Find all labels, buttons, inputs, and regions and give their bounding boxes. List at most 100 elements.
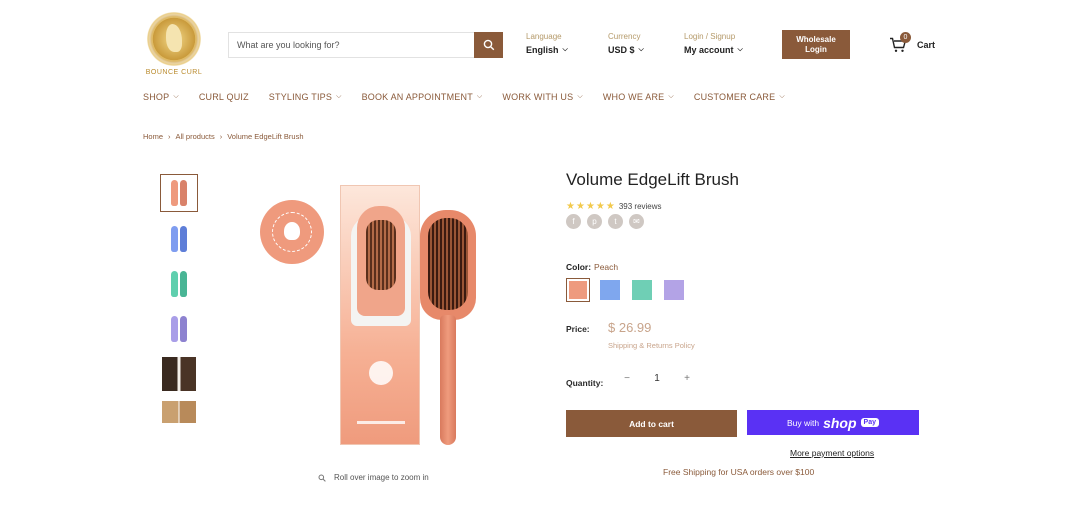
star-icon: ★ (575, 201, 585, 212)
product-title: Volume EdgeLift Brush (566, 170, 739, 189)
chevron-down-icon: ⌵ (562, 46, 568, 53)
breadcrumb: Home › All products › Volume EdgeLift Br… (143, 132, 304, 141)
facebook-icon[interactable]: f (566, 214, 581, 229)
nav-item-book-appointment[interactable]: BOOK AN APPOINTMENT ⌵ (362, 92, 483, 102)
color-swatches (566, 278, 686, 302)
nav-label: STYLING TIPS (268, 92, 333, 102)
chevron-down-icon: ⌵ (577, 93, 583, 100)
wholesale-line1: Wholesale (796, 35, 836, 44)
breadcrumb-home[interactable]: Home (143, 132, 163, 141)
search-icon (483, 39, 494, 51)
color-label: Color: Peach (566, 262, 618, 272)
account-menu[interactable]: Login / Signup My account ⌵ (684, 32, 743, 55)
swatch-blue[interactable] (598, 278, 622, 302)
swatch-lavender[interactable] (662, 278, 686, 302)
product-box (340, 185, 420, 445)
nav-item-work-with-us[interactable]: WORK WITH US ⌵ (502, 92, 582, 102)
breadcrumb-all-products[interactable]: All products (176, 132, 215, 141)
nav-label: SHOP (143, 92, 170, 102)
decrease-quantity-button[interactable]: − (612, 373, 642, 384)
breadcrumb-current: Volume EdgeLift Brush (227, 132, 304, 141)
nav-item-shop[interactable]: SHOP ⌵ (143, 92, 179, 102)
color-label-text: Color: (566, 262, 592, 272)
chevron-down-icon: ⌵ (173, 93, 179, 100)
star-icon: ★ (566, 201, 575, 212)
product-rating[interactable]: ★ ★ ★ ★ ★ 393 reviews (566, 201, 662, 212)
quantity-value[interactable]: 1 (642, 373, 672, 384)
shop-logo-text: shop (823, 414, 857, 431)
nav-item-who-we-are[interactable]: WHO WE ARE ⌵ (603, 92, 674, 102)
quantity-label: Quantity: (566, 378, 604, 388)
nav-label: CUSTOMER CARE (693, 92, 776, 102)
account-label: Login / Signup (684, 32, 736, 41)
swatch-peach[interactable] (566, 278, 590, 302)
shipping-returns-link[interactable]: Shipping & Returns Policy (608, 341, 695, 350)
thumbnail-hair-photo[interactable] (160, 400, 198, 424)
shop-pay-button[interactable]: Buy with shop Pay (747, 410, 919, 435)
language-label: Language (526, 32, 562, 41)
buy-with-text: Buy with (786, 417, 820, 428)
thumbnail-mint[interactable] (160, 265, 198, 303)
star-icon: ★ (605, 201, 615, 212)
thumbnail-peach[interactable] (160, 174, 198, 212)
pay-badge: Pay (860, 418, 880, 427)
chevron-down-icon: ⌵ (638, 46, 644, 53)
thumbnail-lavender[interactable] (160, 310, 198, 348)
product-brush (420, 210, 476, 450)
star-icon: ★ (595, 201, 605, 212)
patent-badge (260, 200, 324, 264)
wholesale-line2: Login (805, 45, 827, 54)
cart-icon: 0 (889, 32, 911, 53)
language-selector[interactable]: Language English ⌵ (526, 32, 568, 55)
add-to-cart-button[interactable]: Add to cart (566, 410, 737, 437)
nav-label: BOOK AN APPOINTMENT (361, 92, 473, 102)
email-icon[interactable]: ✉ (629, 214, 644, 229)
twitter-icon[interactable]: t (608, 214, 623, 229)
swatch-mint[interactable] (630, 278, 654, 302)
nav-item-customer-care[interactable]: CUSTOMER CARE ⌵ (694, 92, 785, 102)
color-value: Peach (594, 262, 619, 272)
product-price: $ 26.99 (608, 320, 652, 335)
account-value: My account (684, 45, 734, 55)
chevron-down-icon: ⌵ (668, 93, 674, 100)
brand-logo[interactable]: BOUNCE CURL (143, 12, 205, 82)
breadcrumb-separator: › (168, 132, 171, 141)
chevron-down-icon: ⌵ (476, 93, 483, 100)
nav-item-curl-quiz[interactable]: CURL QUIZ (199, 92, 249, 102)
zoom-hint-text: Roll over image to zoom in (334, 473, 429, 482)
price-label: Price: (566, 324, 590, 334)
chevron-down-icon: ⌵ (779, 93, 785, 100)
review-count: 393 reviews (618, 202, 662, 211)
increase-quantity-button[interactable]: + (672, 373, 702, 384)
currency-label: Currency (608, 32, 641, 41)
search-button[interactable] (474, 32, 503, 58)
zoom-hint: Roll over image to zoom in (318, 473, 429, 482)
logo-text: BOUNCE CURL (145, 69, 203, 76)
cart-count-badge: 0 (900, 32, 911, 43)
free-shipping-note: Free Shipping for USA orders over $100 (663, 467, 815, 477)
product-main-image[interactable] (250, 170, 515, 460)
pinterest-icon[interactable]: p (587, 214, 602, 229)
search-input[interactable] (229, 33, 474, 57)
currency-selector[interactable]: Currency USD $ ⌵ (608, 32, 644, 55)
thumbnail-blue[interactable] (160, 220, 198, 258)
currency-value: USD $ (608, 45, 635, 55)
more-payment-options-link[interactable]: More payment options (790, 448, 874, 458)
nav-label: WORK WITH US (502, 92, 574, 102)
wholesale-login-button[interactable]: Wholesale Login (782, 30, 850, 59)
search-bar (228, 32, 503, 58)
main-nav: SHOP ⌵ CURL QUIZ STYLING TIPS ⌵ BOOK AN AP… (143, 92, 785, 102)
nav-label: WHO WE ARE (602, 92, 665, 102)
nav-item-styling-tips[interactable]: STYLING TIPS ⌵ (269, 92, 342, 102)
cart-label: Cart (917, 40, 936, 50)
cart-button[interactable]: 0 Cart (889, 32, 936, 53)
nav-label: CURL QUIZ (198, 92, 249, 102)
chevron-down-icon: ⌵ (737, 46, 743, 53)
logo-mark (147, 12, 201, 66)
thumbnail-model-photo[interactable] (160, 355, 198, 393)
zoom-icon (318, 474, 326, 482)
language-value: English (526, 45, 559, 55)
breadcrumb-separator: › (219, 132, 223, 141)
share-buttons: f p t ✉ (566, 214, 644, 229)
chevron-down-icon: ⌵ (336, 93, 342, 100)
